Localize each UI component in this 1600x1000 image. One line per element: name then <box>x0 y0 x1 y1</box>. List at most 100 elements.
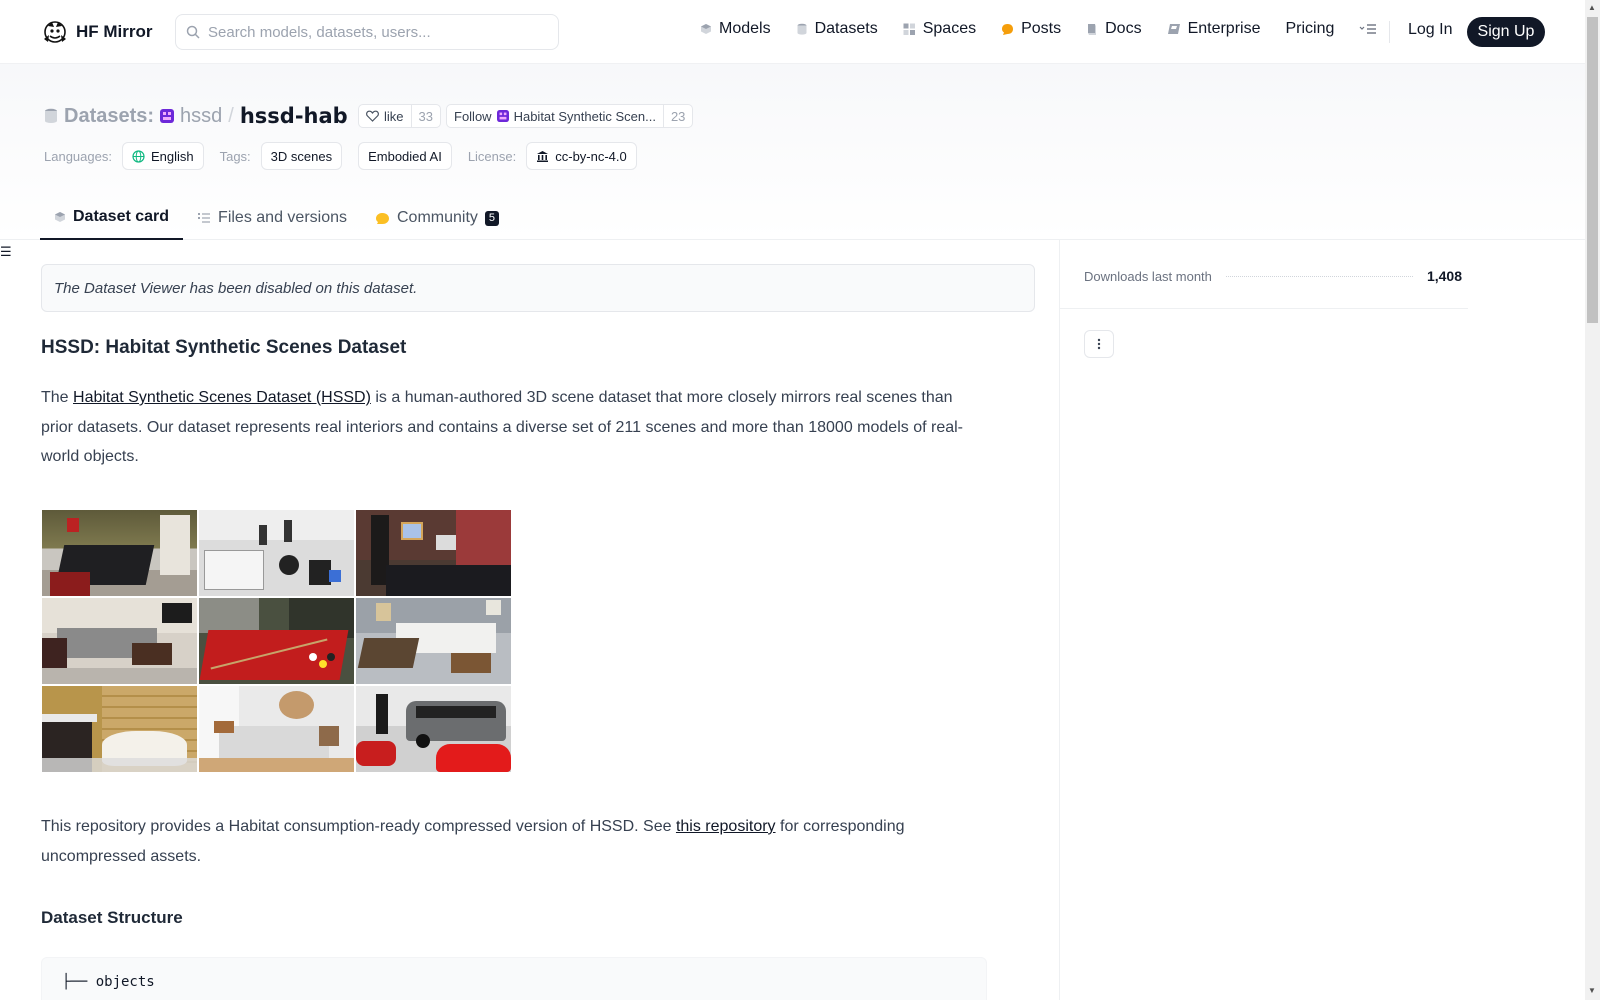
nav-spaces-label: Spaces <box>922 20 977 37</box>
org-avatar-icon <box>496 110 509 122</box>
tag-chip[interactable]: 3D scenes <box>260 142 343 170</box>
follow-count: 23 <box>662 105 692 127</box>
hf-logo-icon <box>44 21 66 43</box>
like-count: 33 <box>410 105 440 127</box>
scene-image-grid <box>42 510 514 777</box>
right-sidebar: Downloads last month 1,408 <box>1059 240 1585 1000</box>
dataset-structure-heading: Dataset Structure <box>41 908 183 927</box>
downloads-value: 1,408 <box>1426 268 1462 284</box>
nav-datasets-label: Datasets <box>814 20 878 37</box>
nav-models-label: Models <box>719 20 771 37</box>
repo-slash: / <box>228 104 234 127</box>
tags-label: Tags: <box>219 148 251 164</box>
nav-models[interactable]: Models <box>700 20 771 38</box>
nav-pricing-label: Pricing <box>1285 20 1335 37</box>
viewer-disabled-notice: The Dataset Viewer has been disabled on … <box>41 264 1035 312</box>
search-box[interactable] <box>175 14 559 50</box>
tag-chip[interactable]: Embodied AI <box>358 142 452 170</box>
database-icon <box>45 108 57 123</box>
top-navigation: HF Mirror Models Datasets Spaces Posts D… <box>0 0 1585 64</box>
scroll-up-arrow-icon[interactable]: ▲ <box>1588 3 1596 12</box>
tab-community-label: Community <box>397 209 478 226</box>
repo-metadata: Languages: English Tags: 3D scenes Embod… <box>44 142 647 170</box>
like-button-main[interactable]: like <box>359 105 411 127</box>
scroll-down-arrow-icon[interactable]: ▼ <box>1588 986 1596 995</box>
signup-button[interactable]: Sign Up <box>1467 17 1545 47</box>
nav-datasets[interactable]: Datasets <box>796 20 878 38</box>
downloads-stat: Downloads last month 1,408 <box>1084 268 1462 284</box>
vertical-dots-icon <box>1097 338 1101 350</box>
community-icon <box>376 212 389 224</box>
downloads-sparkline <box>1225 275 1413 277</box>
card-title: HSSD: Habitat Synthetic Scenes Dataset <box>41 337 407 358</box>
search-input[interactable] <box>208 23 538 41</box>
repo-tabs: Dataset card Files and versions Communit… <box>40 196 513 240</box>
nav-posts[interactable]: Posts <box>1001 20 1061 38</box>
hssd-link[interactable]: Habitat Synthetic Scenes Dataset (HSSD) <box>73 389 371 406</box>
repo-org-link[interactable]: hssd <box>180 105 222 128</box>
nav-divider <box>1389 21 1390 43</box>
intro-text-start: The <box>41 389 74 406</box>
follow-button-main[interactable]: Follow Habitat Synthetic Scen... <box>447 105 663 127</box>
tab-dataset-card-label: Dataset card <box>73 208 170 225</box>
scene-image <box>199 598 354 684</box>
repo-name-link[interactable]: hssd-hab <box>240 104 348 128</box>
more-options-button[interactable] <box>1084 330 1114 358</box>
scene-image <box>42 598 197 684</box>
license-value: cc-by-nc-4.0 <box>555 148 627 164</box>
nav-enterprise-label: Enterprise <box>1187 20 1261 37</box>
scroll-thumb[interactable] <box>1587 17 1598 323</box>
login-link[interactable]: Log In <box>1408 21 1452 39</box>
language-value: English <box>150 148 194 164</box>
more-menu-icon <box>1359 24 1377 34</box>
scene-image <box>356 686 511 772</box>
cube-icon <box>55 212 65 222</box>
language-chip[interactable]: English <box>121 142 204 170</box>
brand-name: HF Mirror <box>76 22 153 41</box>
heart-icon <box>366 110 379 122</box>
scene-image <box>356 598 511 684</box>
globe-icon <box>132 149 145 163</box>
follow-org-name: Habitat Synthetic Scen... <box>513 108 656 124</box>
scene-image <box>42 686 197 772</box>
bank-icon <box>537 150 549 162</box>
nav-pricing[interactable]: Pricing <box>1285 20 1334 38</box>
repo-paragraph: This repository provides a Habitat consu… <box>41 812 971 871</box>
nav-docs[interactable]: Docs <box>1086 20 1142 38</box>
license-chip[interactable]: cc-by-nc-4.0 <box>526 142 637 170</box>
nav-posts-label: Posts <box>1021 20 1062 37</box>
repo-text-start: This repository provides a Habitat consu… <box>41 818 676 835</box>
follow-label: Follow <box>454 108 492 124</box>
scene-image <box>356 510 511 596</box>
languages-label: Languages: <box>44 148 112 164</box>
nav-enterprise[interactable]: Enterprise <box>1167 20 1261 38</box>
scene-image <box>199 686 354 772</box>
nav-links: Models Datasets Spaces Posts Docs Enterp… <box>700 20 1402 38</box>
nav-more-menu[interactable] <box>1359 23 1377 35</box>
like-button[interactable]: like 33 <box>358 104 441 128</box>
nav-docs-label: Docs <box>1105 20 1142 37</box>
follow-button[interactable]: Follow Habitat Synthetic Scen... 23 <box>446 104 694 128</box>
nav-spaces[interactable]: Spaces <box>903 20 976 38</box>
speech-bubble-icon <box>1002 23 1014 35</box>
files-icon <box>198 213 211 223</box>
book-icon <box>1088 23 1097 35</box>
org-avatar-icon <box>160 109 175 123</box>
tab-files-and-versions[interactable]: Files and versions <box>183 196 361 240</box>
tab-dataset-card[interactable]: Dataset card <box>40 196 184 240</box>
cube-icon <box>701 24 711 34</box>
table-of-contents-icon[interactable]: ☰ <box>0 244 12 260</box>
brand-logo[interactable]: HF Mirror <box>42 19 153 45</box>
enterprise-icon <box>1167 24 1180 34</box>
structure-code-block: ├── objects <box>41 957 987 1000</box>
scene-image <box>199 510 354 596</box>
license-label: License: <box>467 148 517 164</box>
tab-files-label: Files and versions <box>218 209 347 226</box>
intro-paragraph: The Habitat Synthetic Scenes Dataset (HS… <box>41 383 971 472</box>
downloads-label: Downloads last month <box>1084 268 1212 284</box>
repo-type-label[interactable]: Datasets: <box>64 105 154 128</box>
like-label: like <box>384 108 404 124</box>
tab-community[interactable]: Community 5 <box>361 196 513 240</box>
page-scrollbar[interactable]: ▲ ▼ <box>1585 0 1600 1000</box>
uncompressed-repo-link[interactable]: this repository <box>676 818 776 835</box>
